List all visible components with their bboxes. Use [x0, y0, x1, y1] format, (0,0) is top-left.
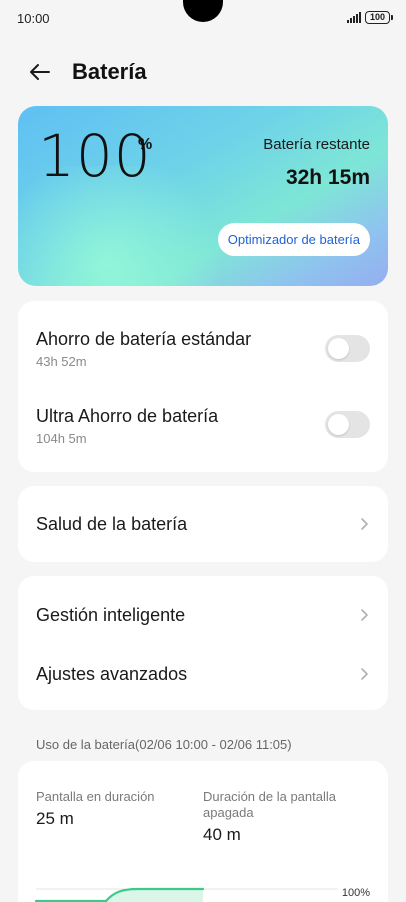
remaining-label: Batería restante: [263, 136, 370, 153]
toggle-knob: [328, 338, 349, 359]
ultra-saver-title: Ultra Ahorro de batería: [36, 406, 219, 426]
battery-usage-chart: [34, 887, 338, 902]
saving-modes-card: Ahorro de batería estándar 43h 52m Ultra…: [18, 301, 388, 472]
ultra-saver-row[interactable]: Ultra Ahorro de batería 104h 5m: [18, 386, 388, 472]
page-title: Batería: [72, 59, 147, 84]
standard-saver-duration: 43h 52m: [36, 354, 87, 369]
settings-card: Gestión inteligente Ajustes avanzados: [18, 576, 388, 710]
battery-health-title: Salud de la batería: [36, 514, 188, 534]
battery-optimizer-button[interactable]: Optimizador de batería: [217, 223, 370, 256]
battery-usage-period: Uso de la batería(02/06 10:00 - 02/06 11…: [36, 737, 292, 752]
status-icons: 100: [347, 11, 393, 24]
chevron-right-icon: [361, 668, 368, 680]
standard-saver-title: Ahorro de batería estándar: [36, 329, 252, 349]
header: Batería: [0, 50, 406, 94]
status-bar: 10:00 100: [0, 0, 406, 36]
status-battery-level: 100: [369, 12, 386, 22]
advanced-settings-row[interactable]: Ajustes avanzados: [18, 643, 388, 710]
battery-percent-sign: %: [138, 136, 153, 153]
battery-health-card[interactable]: Salud de la batería: [18, 486, 388, 562]
battery-percent: 100: [38, 122, 152, 190]
signal-icon: [347, 12, 361, 23]
smart-management-title: Gestión inteligente: [36, 605, 186, 625]
smart-management-row[interactable]: Gestión inteligente: [18, 576, 388, 643]
battery-icon: 100: [365, 11, 393, 24]
standard-saver-row[interactable]: Ahorro de batería estándar 43h 52m: [18, 301, 388, 386]
chevron-right-icon: [361, 518, 368, 530]
advanced-settings-title: Ajustes avanzados: [36, 664, 188, 684]
battery-usage-card: Pantalla en duración 25 m Duración de la…: [18, 761, 388, 902]
ultra-saver-duration: 104h 5m: [36, 431, 87, 446]
chart-level-label: 100%: [341, 887, 370, 899]
back-arrow-icon[interactable]: [28, 60, 52, 84]
battery-hero-card: 100 % Batería restante 32h 15m Optimizad…: [18, 106, 388, 286]
status-time: 10:00: [17, 11, 50, 26]
standard-saver-toggle[interactable]: [325, 335, 370, 362]
camera-notch: [183, 0, 223, 22]
remaining-value: 32h 15m: [285, 166, 370, 189]
toggle-knob: [328, 414, 349, 435]
ultra-saver-toggle[interactable]: [325, 411, 370, 438]
chevron-right-icon: [361, 609, 368, 621]
